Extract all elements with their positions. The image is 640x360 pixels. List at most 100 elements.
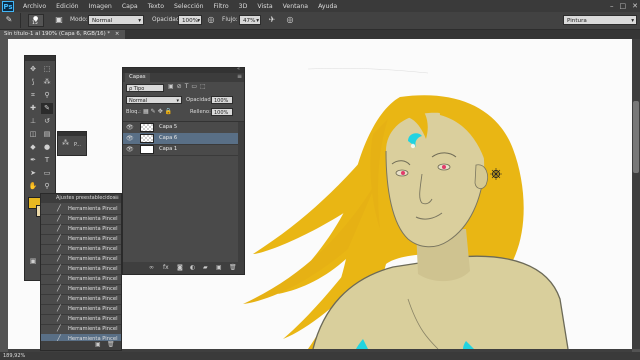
menu-texto[interactable]: Texto bbox=[143, 3, 169, 10]
layer-row[interactable]: 👁 Capa 1 bbox=[123, 144, 238, 156]
menu-3d[interactable]: 3D bbox=[234, 3, 253, 10]
layer-opacity-field[interactable]: 100% bbox=[211, 96, 233, 104]
mini-panel-label: P... bbox=[74, 142, 82, 148]
panel-menu-icon[interactable]: ≡ bbox=[114, 194, 119, 201]
new-layer-icon[interactable]: ▣ bbox=[216, 264, 222, 271]
mode-select[interactable]: Normal ▾ bbox=[88, 15, 144, 25]
new-preset-icon[interactable]: ▣ bbox=[95, 341, 101, 348]
brush-tool-icon[interactable]: ✎ bbox=[3, 14, 15, 26]
chevron-down-icon: ▾ bbox=[256, 18, 259, 24]
dodge-tool-icon[interactable]: ● bbox=[41, 142, 53, 153]
trash-icon[interactable]: 🗑 bbox=[229, 264, 237, 271]
brush-preset-picker[interactable]: ● 15 bbox=[28, 14, 44, 27]
move-tool-icon[interactable]: ✥ bbox=[27, 64, 39, 75]
menu-filtro[interactable]: Filtro bbox=[209, 3, 234, 10]
panel-header[interactable] bbox=[58, 132, 86, 136]
menu-ayuda[interactable]: Ayuda bbox=[313, 3, 342, 10]
pen-tool-icon[interactable]: ✒ bbox=[27, 155, 39, 166]
mode-value: Normal bbox=[92, 18, 113, 24]
gradient-tool-icon[interactable]: ▤ bbox=[41, 129, 53, 140]
close-tab-icon[interactable]: × bbox=[115, 31, 120, 37]
close-button[interactable]: ✕ bbox=[632, 2, 638, 10]
shape-tool-icon[interactable]: ▭ bbox=[41, 168, 53, 179]
brush-size-value: 15 bbox=[32, 21, 38, 26]
crop-tool-icon[interactable]: ⌗ bbox=[27, 90, 39, 101]
filter-icons[interactable]: ▣⊘T▭⬚ bbox=[168, 83, 209, 90]
link-layers-icon[interactable]: ∞ bbox=[149, 264, 154, 271]
zoom-readout[interactable]: 189,92% bbox=[3, 352, 25, 360]
lasso-tool-icon[interactable]: ⟆ bbox=[27, 77, 39, 88]
hand-tool-icon[interactable]: ✋ bbox=[27, 181, 39, 192]
menu-ventana[interactable]: Ventana bbox=[278, 3, 313, 10]
brush-tool-icon[interactable]: ✎ bbox=[41, 103, 53, 114]
brush-panel-icon[interactable]: ▣ bbox=[53, 14, 65, 26]
preset-list: ╱ Herramienta Pincel ╱ Herramienta Pincel ╱ H… bbox=[41, 204, 121, 345]
quick-select-tool-icon[interactable]: ⁂ bbox=[41, 77, 53, 88]
type-tool-icon[interactable]: T bbox=[41, 155, 53, 166]
presets-tab-bar: Ajustes preestablecidos ≡ bbox=[41, 194, 121, 203]
vertical-scrollbar[interactable] bbox=[632, 39, 640, 349]
path-select-tool-icon[interactable]: ➤ bbox=[27, 168, 39, 179]
adjustment-layer-icon[interactable]: ◐ bbox=[190, 264, 195, 271]
blend-mode-select[interactable]: Normal ▾ bbox=[126, 96, 182, 104]
add-mask-icon[interactable]: ◙ bbox=[177, 264, 183, 271]
tool-presets-panel: Ajustes preestablecidos ≡ ╱ Herramienta P… bbox=[40, 193, 122, 351]
airbrush-icon[interactable]: ✈ bbox=[266, 14, 278, 26]
preset-label: Herramienta Pincel bbox=[68, 206, 118, 212]
menu-imagen[interactable]: Imagen bbox=[84, 3, 117, 10]
window-controls: – □ ✕ bbox=[610, 0, 638, 12]
scroll-thumb[interactable] bbox=[633, 101, 639, 173]
minimize-button[interactable]: – bbox=[610, 2, 614, 10]
chevron-down-icon: ▾ bbox=[176, 98, 179, 104]
tools-panel-header[interactable] bbox=[25, 56, 55, 61]
options-bar: ✎ ● 15 ▣ Modo: Normal ▾ Opacidad: 100% ▾ ◎… bbox=[0, 12, 640, 30]
divider bbox=[20, 13, 21, 28]
layers-panel: « Capas ≡ ρ Tipo ▣⊘T▭⬚ Normal ▾ Opacidad:… bbox=[122, 66, 245, 275]
brush-preset-icon: ╱ bbox=[57, 225, 61, 232]
eye-icon[interactable]: 👁 bbox=[126, 124, 134, 131]
menu-seleccion[interactable]: Selección bbox=[169, 3, 209, 10]
pressure-opacity-icon[interactable]: ◎ bbox=[205, 14, 217, 26]
eyedropper-tool-icon[interactable]: ⚲ bbox=[41, 90, 53, 101]
brush-settings-icon[interactable]: ⁂ bbox=[62, 139, 69, 147]
restore-button[interactable]: □ bbox=[620, 2, 627, 10]
collapse-icon[interactable]: « bbox=[237, 66, 240, 72]
preset-label: Herramienta Pincel bbox=[68, 276, 118, 282]
lock-icons[interactable]: ▦✎✥🔒 bbox=[143, 108, 174, 115]
layer-filter-select[interactable]: ρ Tipo bbox=[126, 84, 164, 92]
new-group-icon[interactable]: ▰ bbox=[203, 264, 208, 271]
blur-tool-icon[interactable]: ◆ bbox=[27, 142, 39, 153]
document-tab[interactable]: Sin título-1 al 190% (Capa 6, RGB/16) * … bbox=[0, 30, 126, 39]
eye-icon[interactable]: 👁 bbox=[126, 135, 134, 142]
layer-style-icon[interactable]: fx bbox=[163, 264, 169, 271]
eraser-tool-icon[interactable]: ◫ bbox=[27, 129, 39, 140]
screen-mode-icon[interactable]: ▣ bbox=[27, 256, 39, 267]
stamp-tool-icon[interactable]: ⊥ bbox=[27, 116, 39, 127]
history-brush-icon[interactable]: ↺ bbox=[41, 116, 53, 127]
layers-tab[interactable]: Capas bbox=[125, 73, 150, 82]
marquee-tool-icon[interactable]: ⬚ bbox=[41, 64, 53, 75]
layers-scrollbar[interactable] bbox=[238, 122, 244, 262]
panel-menu-icon[interactable]: ≡ bbox=[237, 73, 242, 80]
preset-label: Herramienta Pincel bbox=[68, 306, 118, 312]
trash-icon[interactable]: 🗑 bbox=[107, 341, 115, 348]
brush-preset-icon: ╱ bbox=[57, 305, 61, 312]
layer-thumbnail bbox=[140, 123, 154, 132]
workspace-select[interactable]: Pintura ▾ bbox=[563, 15, 637, 25]
menu-vista[interactable]: Vista bbox=[252, 3, 277, 10]
zoom-tool-icon[interactable]: ⚲ bbox=[41, 181, 53, 192]
healing-tool-icon[interactable]: ✚ bbox=[27, 103, 39, 114]
preset-label: Herramienta Pincel bbox=[68, 236, 118, 242]
preset-label: Herramienta Pincel bbox=[68, 256, 118, 262]
fill-field[interactable]: 100% bbox=[211, 108, 233, 116]
menu-capa[interactable]: Capa bbox=[117, 3, 143, 10]
mode-label: Modo: bbox=[70, 17, 88, 23]
pressure-size-icon[interactable]: ◎ bbox=[284, 14, 296, 26]
menu-edicion[interactable]: Edición bbox=[51, 3, 83, 10]
opacity-field[interactable]: 100% ▾ bbox=[178, 15, 202, 25]
presets-tab[interactable]: Ajustes preestablecidos bbox=[56, 195, 115, 201]
eye-icon[interactable]: 👁 bbox=[126, 146, 134, 153]
flow-field[interactable]: 47% ▾ bbox=[239, 15, 261, 25]
menu-archivo[interactable]: Archivo bbox=[18, 3, 51, 10]
layer-name: Capa 6 bbox=[159, 135, 178, 141]
